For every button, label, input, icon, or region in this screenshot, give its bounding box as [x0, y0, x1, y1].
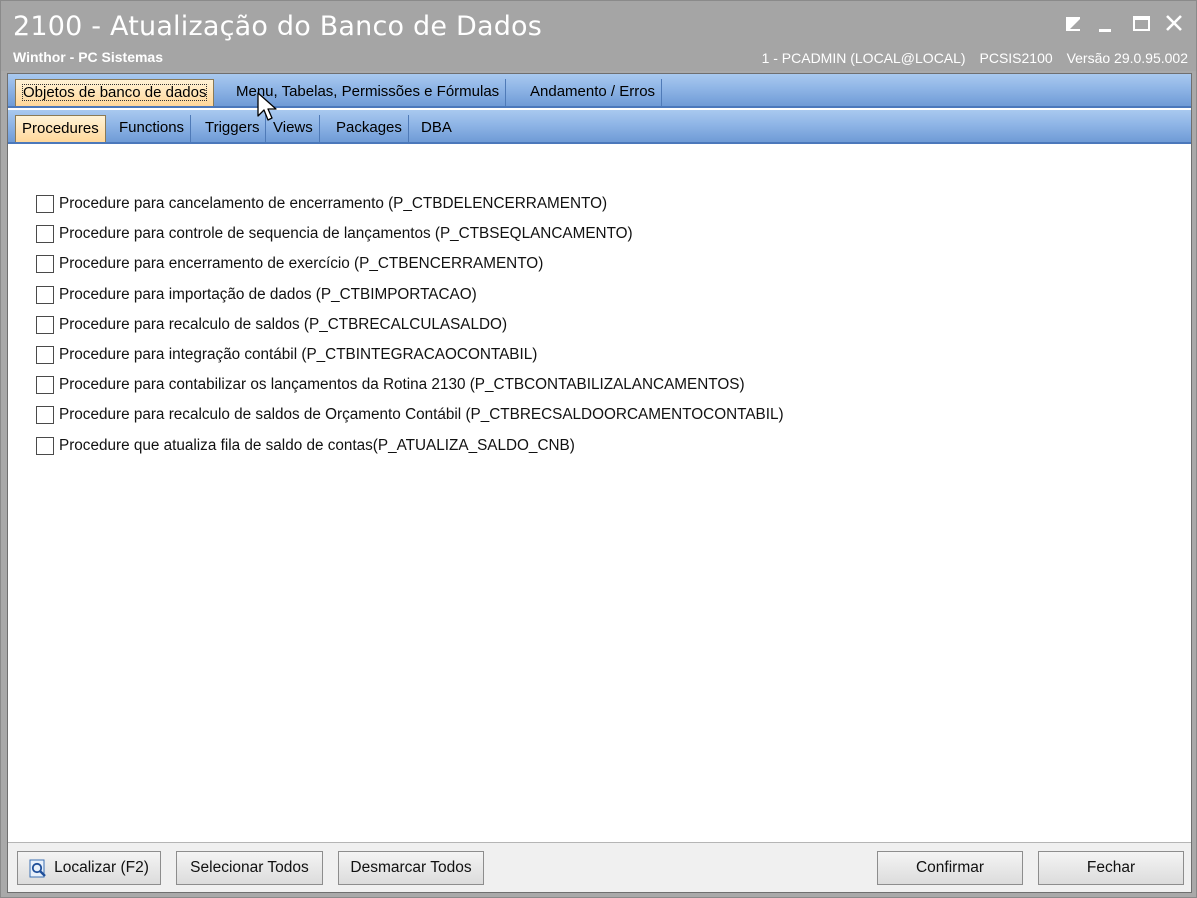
tab-objetos-banco[interactable]: Objetos de banco de dados — [15, 79, 215, 106]
status-info: 1 - PCADMIN (LOCAL@LOCAL) PCSIS2100 Vers… — [752, 50, 1188, 66]
checkbox[interactable] — [36, 315, 54, 334]
procedure-item[interactable]: Procedure para contabilizar os lançament… — [36, 370, 784, 400]
procedure-label: Procedure para cancelamento de encerrame… — [59, 195, 608, 213]
search-icon — [29, 859, 46, 877]
tab-label: DBA — [421, 119, 452, 136]
tab-dba[interactable]: DBA — [415, 115, 458, 142]
edit-window-icon — [1066, 17, 1080, 31]
checkbox[interactable] — [36, 376, 54, 395]
status-module: PCSIS2100 — [979, 50, 1053, 66]
client-area: Objetos de banco de dados Menu, Tabelas,… — [7, 73, 1192, 893]
close-button[interactable] — [1163, 13, 1185, 35]
procedure-label: Procedure para recalculo de saldos de Or… — [59, 406, 784, 424]
button-label: Selecionar Todos — [190, 859, 309, 876]
title-bar[interactable]: 2100 - Atualização do Banco de Dados Win… — [1, 1, 1196, 71]
maximize-button[interactable] — [1131, 13, 1153, 35]
button-bar: Localizar (F2) Selecionar Todos Desmarca… — [8, 842, 1191, 892]
procedure-label: Procedure para recalculo de saldos (P_CT… — [59, 315, 508, 333]
procedure-item[interactable]: Procedure que atualiza fila de saldo de … — [36, 431, 784, 461]
minimize-button[interactable] — [1095, 13, 1117, 35]
localizar-button[interactable]: Localizar (F2) — [17, 851, 161, 885]
fechar-button[interactable]: Fechar — [1038, 851, 1184, 885]
button-label: Localizar (F2) — [54, 859, 149, 876]
window-subtitle: Winthor - PC Sistemas — [13, 49, 164, 65]
app-window: 2100 - Atualização do Banco de Dados Win… — [0, 0, 1197, 898]
procedure-label: Procedure para integração contábil (P_CT… — [59, 346, 538, 364]
checkbox[interactable] — [36, 406, 54, 425]
checkbox[interactable] — [36, 285, 54, 304]
sub-tab-bar: Procedures Functions Triggers Views Pack… — [8, 110, 1191, 144]
procedure-item[interactable]: Procedure para controle de sequencia de … — [36, 219, 784, 249]
procedure-item[interactable]: Procedure para integração contábil (P_CT… — [36, 340, 784, 370]
tab-views[interactable]: Views — [267, 115, 320, 142]
checkbox[interactable] — [36, 436, 54, 455]
procedure-item[interactable]: Procedure para encerramento de exercício… — [36, 249, 784, 279]
procedure-label: Procedure para encerramento de exercício… — [59, 255, 544, 273]
button-label: Desmarcar Todos — [350, 859, 472, 876]
maximize-icon — [1133, 16, 1150, 31]
checkbox[interactable] — [36, 225, 54, 244]
tab-andamento-erros[interactable]: Andamento / Erros — [524, 79, 663, 106]
tab-menu-tabelas[interactable]: Menu, Tabelas, Permissões e Fórmulas — [230, 79, 507, 106]
button-label: Confirmar — [915, 859, 985, 876]
tab-label: Objetos de banco de dados — [22, 84, 208, 101]
desmarcar-todos-button[interactable]: Desmarcar Todos — [338, 851, 484, 885]
tab-triggers[interactable]: Triggers — [199, 115, 267, 142]
procedure-item[interactable]: Procedure para importação de dados (P_CT… — [36, 280, 784, 310]
tab-label: Menu, Tabelas, Permissões e Fórmulas — [236, 83, 500, 100]
checkbox[interactable] — [36, 346, 54, 365]
tab-label: Packages — [336, 119, 402, 136]
status-user: 1 - PCADMIN (LOCAL@LOCAL) — [761, 50, 966, 66]
window-title: 2100 - Atualização do Banco de Dados — [13, 11, 543, 42]
tab-packages[interactable]: Packages — [330, 115, 409, 142]
checkbox[interactable] — [36, 195, 54, 214]
tab-label: Procedures — [22, 120, 99, 137]
restore-style-button[interactable] — [1063, 13, 1085, 35]
button-label: Fechar — [1086, 859, 1136, 876]
checkbox[interactable] — [36, 255, 54, 274]
procedure-label: Procedure que atualiza fila de saldo de … — [59, 436, 575, 454]
tab-label: Functions — [119, 119, 185, 136]
procedure-label: Procedure para importação de dados (P_CT… — [59, 285, 477, 303]
confirmar-button[interactable]: Confirmar — [877, 851, 1023, 885]
tab-label: Triggers — [205, 119, 260, 136]
procedure-label: Procedure para controle de sequencia de … — [59, 225, 633, 243]
main-tab-bar: Objetos de banco de dados Menu, Tabelas,… — [8, 74, 1191, 108]
procedure-item[interactable]: Procedure para recalculo de saldos de Or… — [36, 400, 784, 430]
procedure-item[interactable]: Procedure para recalculo de saldos (P_CT… — [36, 310, 784, 340]
selecionar-todos-button[interactable]: Selecionar Todos — [176, 851, 323, 885]
tab-label: Andamento / Erros — [530, 83, 656, 100]
status-version: Versão 29.0.95.002 — [1066, 50, 1188, 66]
tab-label: Views — [273, 119, 313, 136]
procedure-list: Procedure para cancelamento de encerrame… — [36, 189, 784, 461]
tab-functions[interactable]: Functions — [113, 115, 192, 142]
procedure-item[interactable]: Procedure para cancelamento de encerrame… — [36, 189, 784, 219]
procedure-label: Procedure para contabilizar os lançament… — [59, 376, 745, 394]
minimize-icon — [1099, 29, 1111, 32]
close-icon — [1166, 15, 1182, 31]
tab-procedures[interactable]: Procedures — [15, 115, 106, 142]
